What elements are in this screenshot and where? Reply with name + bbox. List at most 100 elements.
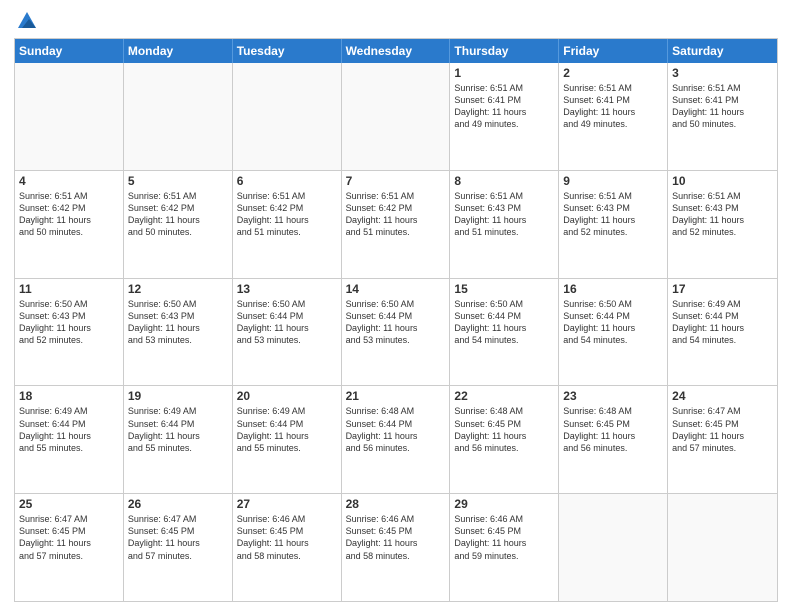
calendar-cell: 18 Sunrise: 6:49 AM Sunset: 6:44 PM Dayli… xyxy=(15,386,124,493)
day-info: Sunrise: 6:50 AM Sunset: 6:44 PM Dayligh… xyxy=(563,298,663,347)
calendar-day-header: Sunday xyxy=(15,39,124,63)
calendar-cell: 10Sunrise: 6:51 AM Sunset: 6:43 PM Dayli… xyxy=(668,171,777,278)
calendar-cell xyxy=(15,63,124,170)
calendar-cell: 15 Sunrise: 6:50 AM Sunset: 6:44 PM Dayli… xyxy=(450,279,559,386)
day-info: Sunrise: 6:50 AM Sunset: 6:43 PM Dayligh… xyxy=(19,298,119,347)
day-info: Sunrise: 6:48 AM Sunset: 6:45 PM Dayligh… xyxy=(563,405,663,454)
calendar-day-header: Tuesday xyxy=(233,39,342,63)
calendar-cell: 5Sunrise: 6:51 AM Sunset: 6:42 PM Daylig… xyxy=(124,171,233,278)
calendar-cell: 7 Sunrise: 6:51 AM Sunset: 6:42 PM Daylig… xyxy=(342,171,451,278)
day-info: Sunrise: 6:47 AM Sunset: 6:45 PM Dayligh… xyxy=(128,513,228,562)
calendar-cell: 25 Sunrise: 6:47 AM Sunset: 6:45 PM Dayli… xyxy=(15,494,124,601)
day-number: 15 xyxy=(454,282,554,296)
calendar-header-row: SundayMondayTuesdayWednesdayThursdayFrid… xyxy=(15,39,777,63)
calendar-cell: 2Sunrise: 6:51 AM Sunset: 6:41 PM Daylig… xyxy=(559,63,668,170)
day-info: Sunrise: 6:50 AM Sunset: 6:43 PM Dayligh… xyxy=(128,298,228,347)
day-info: Sunrise: 6:50 AM Sunset: 6:44 PM Dayligh… xyxy=(454,298,554,347)
calendar-cell: 14 Sunrise: 6:50 AM Sunset: 6:44 PM Dayli… xyxy=(342,279,451,386)
calendar-week-row: 4 Sunrise: 6:51 AM Sunset: 6:42 PM Daylig… xyxy=(15,171,777,279)
day-info: Sunrise: 6:46 AM Sunset: 6:45 PM Dayligh… xyxy=(346,513,446,562)
day-info: Sunrise: 6:51 AM Sunset: 6:43 PM Dayligh… xyxy=(563,190,663,239)
day-number: 7 xyxy=(346,174,446,188)
day-info: Sunrise: 6:50 AM Sunset: 6:44 PM Dayligh… xyxy=(237,298,337,347)
day-number: 14 xyxy=(346,282,446,296)
day-info: Sunrise: 6:51 AM Sunset: 6:41 PM Dayligh… xyxy=(454,82,554,131)
logo-icon xyxy=(16,10,38,32)
calendar-cell: 3Sunrise: 6:51 AM Sunset: 6:41 PM Daylig… xyxy=(668,63,777,170)
calendar-cell: 21 Sunrise: 6:48 AM Sunset: 6:44 PM Dayli… xyxy=(342,386,451,493)
calendar-cell: 19 Sunrise: 6:49 AM Sunset: 6:44 PM Dayli… xyxy=(124,386,233,493)
day-info: Sunrise: 6:49 AM Sunset: 6:44 PM Dayligh… xyxy=(19,405,119,454)
calendar-cell: 4Sunrise: 6:51 AM Sunset: 6:42 PM Daylig… xyxy=(15,171,124,278)
day-number: 23 xyxy=(563,389,663,403)
day-info: Sunrise: 6:51 AM Sunset: 6:41 PM Dayligh… xyxy=(672,82,773,131)
calendar-cell: 23 Sunrise: 6:48 AM Sunset: 6:45 PM Dayli… xyxy=(559,386,668,493)
day-number: 27 xyxy=(237,497,337,511)
calendar-cell xyxy=(668,494,777,601)
calendar-cell: 9Sunrise: 6:51 AM Sunset: 6:43 PM Daylig… xyxy=(559,171,668,278)
day-number: 21 xyxy=(346,389,446,403)
day-number: 5 xyxy=(128,174,228,188)
calendar-cell: 13 Sunrise: 6:50 AM Sunset: 6:44 PM Dayli… xyxy=(233,279,342,386)
calendar-cell: 11 Sunrise: 6:50 AM Sunset: 6:43 PM Dayli… xyxy=(15,279,124,386)
day-info: Sunrise: 6:47 AM Sunset: 6:45 PM Dayligh… xyxy=(19,513,119,562)
calendar-cell xyxy=(124,63,233,170)
calendar-cell: 29 Sunrise: 6:46 AM Sunset: 6:45 PM Dayli… xyxy=(450,494,559,601)
day-info: Sunrise: 6:49 AM Sunset: 6:44 PM Dayligh… xyxy=(128,405,228,454)
day-number: 1 xyxy=(454,66,554,80)
calendar-cell: 17Sunrise: 6:49 AM Sunset: 6:44 PM Dayli… xyxy=(668,279,777,386)
calendar-cell: 27 Sunrise: 6:46 AM Sunset: 6:45 PM Dayli… xyxy=(233,494,342,601)
day-info: Sunrise: 6:46 AM Sunset: 6:45 PM Dayligh… xyxy=(237,513,337,562)
calendar-week-row: 18 Sunrise: 6:49 AM Sunset: 6:44 PM Dayli… xyxy=(15,386,777,494)
day-info: Sunrise: 6:50 AM Sunset: 6:44 PM Dayligh… xyxy=(346,298,446,347)
calendar-cell: 8 Sunrise: 6:51 AM Sunset: 6:43 PM Daylig… xyxy=(450,171,559,278)
page: SundayMondayTuesdayWednesdayThursdayFrid… xyxy=(0,0,792,612)
day-info: Sunrise: 6:47 AM Sunset: 6:45 PM Dayligh… xyxy=(672,405,773,454)
day-info: Sunrise: 6:49 AM Sunset: 6:44 PM Dayligh… xyxy=(672,298,773,347)
calendar-cell xyxy=(233,63,342,170)
day-number: 20 xyxy=(237,389,337,403)
calendar-cell xyxy=(559,494,668,601)
day-info: Sunrise: 6:49 AM Sunset: 6:44 PM Dayligh… xyxy=(237,405,337,454)
calendar-week-row: 25 Sunrise: 6:47 AM Sunset: 6:45 PM Dayli… xyxy=(15,494,777,601)
calendar-cell: 26 Sunrise: 6:47 AM Sunset: 6:45 PM Dayli… xyxy=(124,494,233,601)
day-info: Sunrise: 6:48 AM Sunset: 6:44 PM Dayligh… xyxy=(346,405,446,454)
day-number: 19 xyxy=(128,389,228,403)
day-number: 13 xyxy=(237,282,337,296)
day-number: 8 xyxy=(454,174,554,188)
day-info: Sunrise: 6:51 AM Sunset: 6:42 PM Dayligh… xyxy=(237,190,337,239)
day-number: 26 xyxy=(128,497,228,511)
calendar-cell: 16 Sunrise: 6:50 AM Sunset: 6:44 PM Dayli… xyxy=(559,279,668,386)
day-number: 24 xyxy=(672,389,773,403)
day-number: 2 xyxy=(563,66,663,80)
calendar-cell: 28 Sunrise: 6:46 AM Sunset: 6:45 PM Dayli… xyxy=(342,494,451,601)
calendar-cell: 24 Sunrise: 6:47 AM Sunset: 6:45 PM Dayli… xyxy=(668,386,777,493)
calendar-day-header: Thursday xyxy=(450,39,559,63)
day-number: 29 xyxy=(454,497,554,511)
calendar-cell: 12 Sunrise: 6:50 AM Sunset: 6:43 PM Dayli… xyxy=(124,279,233,386)
day-number: 22 xyxy=(454,389,554,403)
day-info: Sunrise: 6:51 AM Sunset: 6:43 PM Dayligh… xyxy=(454,190,554,239)
calendar-week-row: 11 Sunrise: 6:50 AM Sunset: 6:43 PM Dayli… xyxy=(15,279,777,387)
day-number: 11 xyxy=(19,282,119,296)
calendar-cell xyxy=(342,63,451,170)
day-number: 16 xyxy=(563,282,663,296)
day-info: Sunrise: 6:48 AM Sunset: 6:45 PM Dayligh… xyxy=(454,405,554,454)
calendar-cell: 6Sunrise: 6:51 AM Sunset: 6:42 PM Daylig… xyxy=(233,171,342,278)
day-number: 18 xyxy=(19,389,119,403)
day-info: Sunrise: 6:51 AM Sunset: 6:43 PM Dayligh… xyxy=(672,190,773,239)
day-number: 25 xyxy=(19,497,119,511)
calendar-cell: 20 Sunrise: 6:49 AM Sunset: 6:44 PM Dayli… xyxy=(233,386,342,493)
calendar-cell: 1 Sunrise: 6:51 AM Sunset: 6:41 PM Daylig… xyxy=(450,63,559,170)
day-info: Sunrise: 6:51 AM Sunset: 6:42 PM Dayligh… xyxy=(346,190,446,239)
day-number: 28 xyxy=(346,497,446,511)
day-number: 12 xyxy=(128,282,228,296)
logo xyxy=(14,10,38,32)
day-number: 4 xyxy=(19,174,119,188)
calendar-week-row: 1 Sunrise: 6:51 AM Sunset: 6:41 PM Daylig… xyxy=(15,63,777,171)
header xyxy=(14,10,778,32)
calendar-body: 1 Sunrise: 6:51 AM Sunset: 6:41 PM Daylig… xyxy=(15,63,777,601)
calendar-cell: 22 Sunrise: 6:48 AM Sunset: 6:45 PM Dayli… xyxy=(450,386,559,493)
day-info: Sunrise: 6:46 AM Sunset: 6:45 PM Dayligh… xyxy=(454,513,554,562)
calendar-day-header: Wednesday xyxy=(342,39,451,63)
